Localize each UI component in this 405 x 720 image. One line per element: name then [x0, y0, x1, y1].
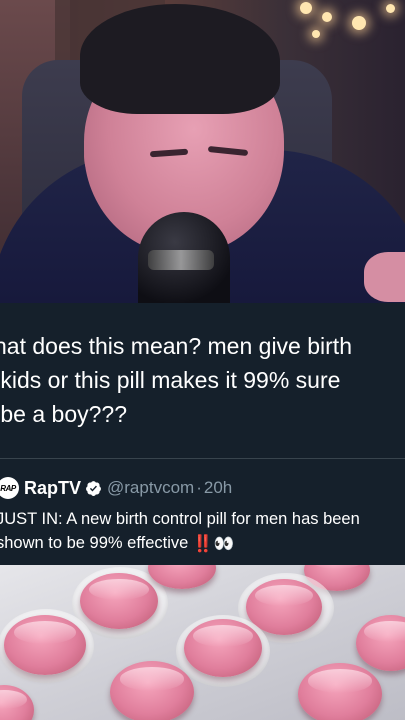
- quoted-tweet-text: JUST IN: A new birth control pill for me…: [0, 507, 405, 556]
- tweet-text: hat does this mean? men give birth kids …: [0, 333, 352, 427]
- bokeh-light: [322, 12, 332, 22]
- microphone-ring: [148, 250, 214, 270]
- pink-pill: [4, 615, 86, 675]
- author-name[interactable]: RapTV: [24, 478, 81, 499]
- timestamp[interactable]: 20h: [204, 478, 232, 498]
- separator-dot: ·: [196, 478, 202, 497]
- tweet-card: hat does this mean? men give birth kids …: [0, 303, 405, 565]
- person-hair: [80, 4, 280, 114]
- avatar[interactable]: RAP: [0, 477, 19, 499]
- bokeh-light: [312, 30, 320, 38]
- pink-pill: [298, 663, 382, 720]
- pink-pill: [184, 619, 262, 677]
- author-handle[interactable]: @raptvcom: [107, 478, 194, 498]
- bokeh-light: [352, 16, 366, 30]
- bokeh-light: [386, 4, 395, 13]
- verified-badge-icon: [86, 480, 101, 496]
- avatar-logo: RAP: [0, 483, 16, 493]
- quoted-line-1: JUST IN: A new birth control pill for me…: [0, 510, 360, 528]
- pink-pill: [80, 573, 158, 629]
- pink-pill: [356, 615, 405, 671]
- person-hand: [364, 252, 405, 302]
- pink-pill: [110, 661, 194, 720]
- quoted-line-2: shown to be 99% effective: [0, 534, 193, 552]
- webcam-video-frame: [0, 0, 405, 303]
- pill-blister-photo: [0, 565, 405, 720]
- emoji-exclamation-eyes-icon: ‼️👀: [192, 534, 234, 553]
- divider: [0, 458, 405, 459]
- bokeh-light: [300, 2, 312, 14]
- quoted-tweet-header: RAP RapTV @raptvcom · 20h: [0, 475, 232, 501]
- pink-pill: [0, 685, 34, 720]
